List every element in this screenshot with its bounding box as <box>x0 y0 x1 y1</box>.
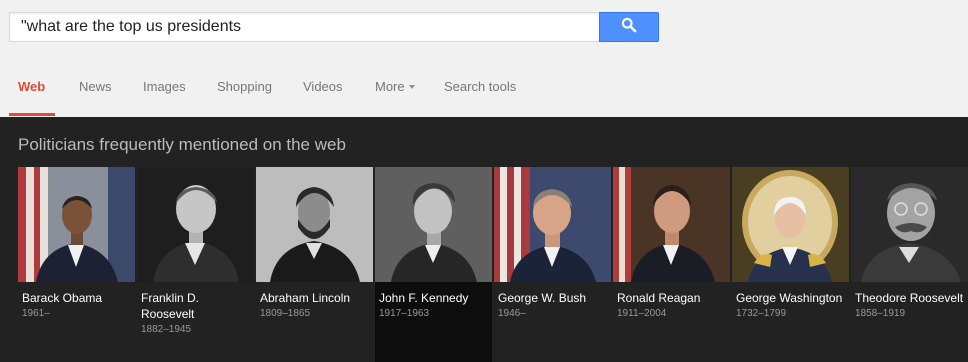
person-card-theodore-roosevelt[interactable]: Theodore Roosevelt 1858–1919 <box>851 167 968 362</box>
person-years: 1809–1865 <box>260 308 311 319</box>
person-card-barack-obama[interactable]: Barack Obama 1961– <box>18 167 135 362</box>
person-years: 1911–2004 <box>617 308 667 319</box>
person-years: 1917–1963 <box>379 308 430 319</box>
portrait-image <box>18 167 135 282</box>
person-years: 1961– <box>22 308 50 319</box>
tab-search-tools[interactable]: Search tools <box>444 79 516 94</box>
portrait-image <box>375 167 492 282</box>
person-name: John F. Kennedy <box>379 291 469 305</box>
person-card-text: George W. Bush 1946– <box>498 290 610 321</box>
tab-web[interactable]: Web <box>18 79 45 94</box>
search-box[interactable] <box>9 12 599 42</box>
dropdown-caret-icon <box>408 84 415 89</box>
politicians-carousel: Politicians frequently mentioned on the … <box>0 117 968 362</box>
tab-videos[interactable]: Videos <box>303 79 343 94</box>
search-input[interactable] <box>10 13 599 41</box>
tab-shopping[interactable]: Shopping <box>217 79 272 94</box>
person-name: Ronald Reagan <box>617 291 701 305</box>
person-name: Theodore Roosevelt <box>855 291 964 305</box>
person-name: Barack Obama <box>22 291 103 305</box>
person-card-text: George Washington 1732–1799 <box>736 290 848 321</box>
person-card-text: Ronald Reagan 1911–2004 <box>617 290 729 321</box>
person-card-abraham-lincoln[interactable]: Abraham Lincoln 1809–1865 <box>256 167 373 362</box>
person-name: Franklin D. Roosevelt <box>141 291 200 321</box>
person-card-text: Theodore Roosevelt 1858–1919 <box>855 290 967 321</box>
portrait-image <box>613 167 730 282</box>
person-card-text: John F. Kennedy 1917–1963 <box>379 290 491 321</box>
portrait-image <box>137 167 254 282</box>
portrait-image <box>256 167 373 282</box>
person-name: George Washington <box>736 291 843 305</box>
person-years: 1858–1919 <box>855 308 906 319</box>
search-button[interactable] <box>599 12 659 42</box>
person-card-text: Franklin D. Roosevelt 1882–1945 <box>141 290 253 337</box>
portrait-image <box>494 167 611 282</box>
tab-images[interactable]: Images <box>143 79 186 94</box>
person-years: 1732–1799 <box>736 308 787 319</box>
person-years: 1946– <box>498 308 526 319</box>
person-name: Abraham Lincoln <box>260 291 351 305</box>
search-tabs: Web News Images Shopping Videos More Sea… <box>0 60 968 118</box>
person-card-ronald-reagan[interactable]: Ronald Reagan 1911–2004 <box>613 167 730 362</box>
person-card-text: Barack Obama 1961– <box>22 290 134 321</box>
portrait-image <box>851 167 968 282</box>
person-card-text: Abraham Lincoln 1809–1865 <box>260 290 372 321</box>
panel-title: Politicians frequently mentioned on the … <box>18 135 346 154</box>
person-name: George W. Bush <box>498 291 587 305</box>
person-card-john-kennedy[interactable]: John F. Kennedy 1917–1963 <box>375 167 492 362</box>
tab-more-label: More <box>375 79 405 94</box>
person-card-george-washington[interactable]: George Washington 1732–1799 <box>732 167 849 362</box>
person-years: 1882–1945 <box>141 324 192 335</box>
active-tab-indicator <box>9 113 55 116</box>
search-icon <box>621 17 637 38</box>
portrait-image <box>732 167 849 282</box>
person-card-franklin-roosevelt[interactable]: Franklin D. Roosevelt 1882–1945 <box>137 167 254 362</box>
tab-more[interactable]: More <box>375 79 415 94</box>
person-card-george-w-bush[interactable]: George W. Bush 1946– <box>494 167 611 362</box>
tab-news[interactable]: News <box>79 79 112 94</box>
